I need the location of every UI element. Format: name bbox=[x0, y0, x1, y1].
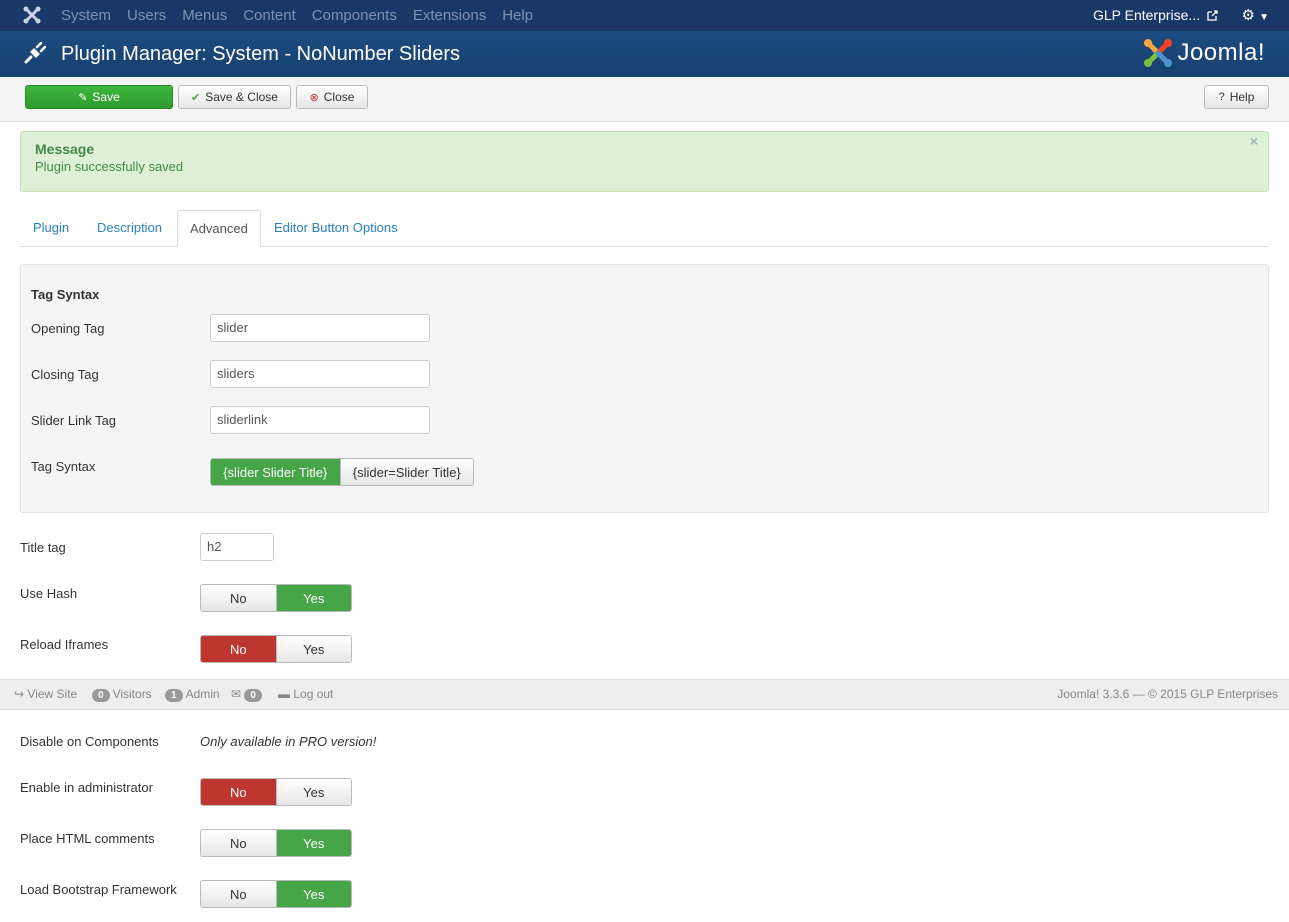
edit-icon: ✎ bbox=[78, 91, 88, 104]
user-menu[interactable]: ⚙ ▼ bbox=[1241, 6, 1269, 24]
tab-editor-button-options[interactable]: Editor Button Options bbox=[274, 210, 398, 246]
fieldset-legend: Tag Syntax bbox=[31, 287, 100, 302]
success-message: Message Plugin successfully saved × bbox=[20, 131, 1269, 192]
enable-admin-no[interactable]: No bbox=[201, 779, 276, 805]
page-header: Plugin Manager: System - NoNumber Slider… bbox=[0, 31, 1289, 77]
tab-bar: Plugin Description Advanced Editor Butto… bbox=[20, 210, 1269, 247]
tag-syntax-label: Tag Syntax bbox=[31, 459, 96, 474]
visitors-status: 0 Visitors bbox=[92, 687, 152, 702]
closing-tag-input[interactable]: sliders bbox=[210, 360, 430, 388]
external-link-icon bbox=[1207, 10, 1218, 21]
use-hash-toggle: No Yes bbox=[200, 584, 352, 612]
save-button[interactable]: ✎ Save bbox=[25, 85, 173, 109]
logout-link[interactable]: ▬ Log out bbox=[278, 687, 333, 701]
syntax-option-equals[interactable]: {slider=Slider Title} bbox=[339, 459, 473, 485]
reload-iframes-no[interactable]: No bbox=[201, 636, 276, 662]
menu-components[interactable]: Components bbox=[312, 7, 397, 24]
visitors-label: Visitors bbox=[112, 687, 152, 701]
enable-admin-label: Enable in administrator bbox=[20, 780, 153, 795]
syntax-option-space[interactable]: {slider Slider Title} bbox=[211, 459, 340, 485]
menu-system[interactable]: System bbox=[61, 7, 111, 24]
close-icon[interactable]: × bbox=[1250, 133, 1258, 149]
check-icon: ✔ bbox=[191, 91, 201, 104]
top-navbar: System Users Menus Content Components Ex… bbox=[0, 0, 1289, 32]
admin-badge: 1 bbox=[165, 689, 183, 702]
status-bar: ↪ View Site 0 Visitors 1 Admin ✉ 0 ▬ Log o… bbox=[0, 679, 1289, 710]
use-hash-label: Use Hash bbox=[20, 586, 78, 601]
enable-admin-toggle: No Yes bbox=[200, 778, 352, 806]
html-comments-toggle: No Yes bbox=[200, 829, 352, 857]
slider-link-tag-label: Slider Link Tag bbox=[31, 413, 117, 428]
reload-iframes-label: Reload Iframes bbox=[20, 637, 109, 652]
plugin-icon bbox=[24, 42, 46, 64]
menu-extensions[interactable]: Extensions bbox=[413, 7, 486, 24]
menu-users[interactable]: Users bbox=[127, 7, 166, 24]
slider-link-tag-input[interactable]: sliderlink bbox=[210, 406, 430, 434]
messages-badge: 0 bbox=[244, 689, 262, 702]
question-icon: ? bbox=[1218, 91, 1225, 103]
use-hash-yes[interactable]: Yes bbox=[275, 585, 351, 611]
tab-plugin[interactable]: Plugin bbox=[33, 210, 69, 246]
close-label: Close bbox=[323, 90, 355, 104]
menu-menus[interactable]: Menus bbox=[182, 7, 227, 24]
gear-icon: ⚙ bbox=[1241, 7, 1255, 24]
menu-help[interactable]: Help bbox=[502, 7, 533, 24]
site-name: GLP Enterprise... bbox=[1092, 7, 1201, 23]
view-site-link[interactable]: ↪ View Site bbox=[14, 687, 77, 701]
html-comments-label: Place HTML comments bbox=[20, 831, 155, 846]
message-heading: Message bbox=[35, 141, 95, 157]
opening-tag-input[interactable]: slider bbox=[210, 314, 430, 342]
message-text: Plugin successfully saved bbox=[35, 159, 184, 174]
site-link[interactable]: GLP Enterprise... bbox=[1093, 7, 1218, 23]
help-button[interactable]: ? Help bbox=[1204, 85, 1269, 109]
cancel-icon: ⊗ bbox=[309, 91, 319, 104]
reload-iframes-toggle: No Yes bbox=[200, 635, 352, 663]
admin-label: Admin bbox=[185, 687, 220, 701]
load-bootstrap-toggle: No Yes bbox=[200, 880, 352, 908]
minus-icon: ▬ bbox=[278, 687, 290, 701]
save-close-button[interactable]: ✔ Save & Close bbox=[178, 85, 291, 109]
help-label: Help bbox=[1229, 90, 1255, 104]
tab-advanced[interactable]: Advanced bbox=[177, 210, 261, 247]
joomla-brand: Joomla! bbox=[1143, 37, 1265, 69]
use-hash-no[interactable]: No bbox=[201, 585, 276, 611]
tag-syntax-toggle: {slider Slider Title} {slider=Slider Tit… bbox=[210, 458, 474, 486]
footer-copyright: Joomla! 3.3.6 — © 2015 GLP Enterprises bbox=[1057, 687, 1278, 701]
load-bootstrap-label: Load Bootstrap Framework bbox=[20, 882, 177, 897]
save-close-label: Save & Close bbox=[205, 90, 278, 104]
close-button[interactable]: ⊗ Close bbox=[296, 85, 368, 109]
toolbar: ✎ Save ✔ Save & Close ⊗ Close ? Help bbox=[0, 77, 1289, 122]
reload-iframes-yes[interactable]: Yes bbox=[275, 636, 351, 662]
load-bootstrap-no[interactable]: No bbox=[201, 881, 276, 907]
logout-label: Log out bbox=[293, 687, 334, 701]
opening-tag-label: Opening Tag bbox=[31, 321, 105, 336]
tab-description[interactable]: Description bbox=[97, 210, 162, 246]
pro-version-note: Only available in PRO version! bbox=[200, 734, 377, 749]
envelope-icon: ✉ bbox=[231, 687, 242, 701]
joomla-logo-icon bbox=[1144, 39, 1173, 67]
title-tag-label: Title tag bbox=[20, 540, 66, 555]
visitors-badge: 0 bbox=[92, 689, 110, 702]
admin-status: 1 Admin bbox=[165, 687, 220, 702]
joomla-logo-icon[interactable] bbox=[22, 5, 42, 25]
view-site-label: View Site bbox=[27, 687, 78, 701]
save-label: Save bbox=[92, 90, 120, 104]
disable-components-label: Disable on Components bbox=[20, 734, 159, 749]
caret-down-icon: ▼ bbox=[1259, 12, 1269, 23]
menu-content[interactable]: Content bbox=[243, 7, 296, 24]
html-comments-no[interactable]: No bbox=[201, 830, 276, 856]
tag-syntax-fieldset: Tag Syntax Opening Tag slider Closing Ta… bbox=[20, 264, 1269, 513]
page-title: Plugin Manager: System - NoNumber Slider… bbox=[61, 43, 461, 65]
closing-tag-label: Closing Tag bbox=[31, 367, 99, 382]
messages-status[interactable]: ✉ 0 bbox=[231, 687, 265, 702]
load-bootstrap-yes[interactable]: Yes bbox=[275, 881, 351, 907]
main-menu: System Users Menus Content Components Ex… bbox=[61, 0, 549, 31]
title-tag-input[interactable]: h2 bbox=[200, 533, 274, 561]
html-comments-yes[interactable]: Yes bbox=[275, 830, 351, 856]
brand-text: Joomla! bbox=[1177, 39, 1265, 66]
enable-admin-yes[interactable]: Yes bbox=[275, 779, 351, 805]
share-icon: ↪ bbox=[14, 687, 25, 701]
